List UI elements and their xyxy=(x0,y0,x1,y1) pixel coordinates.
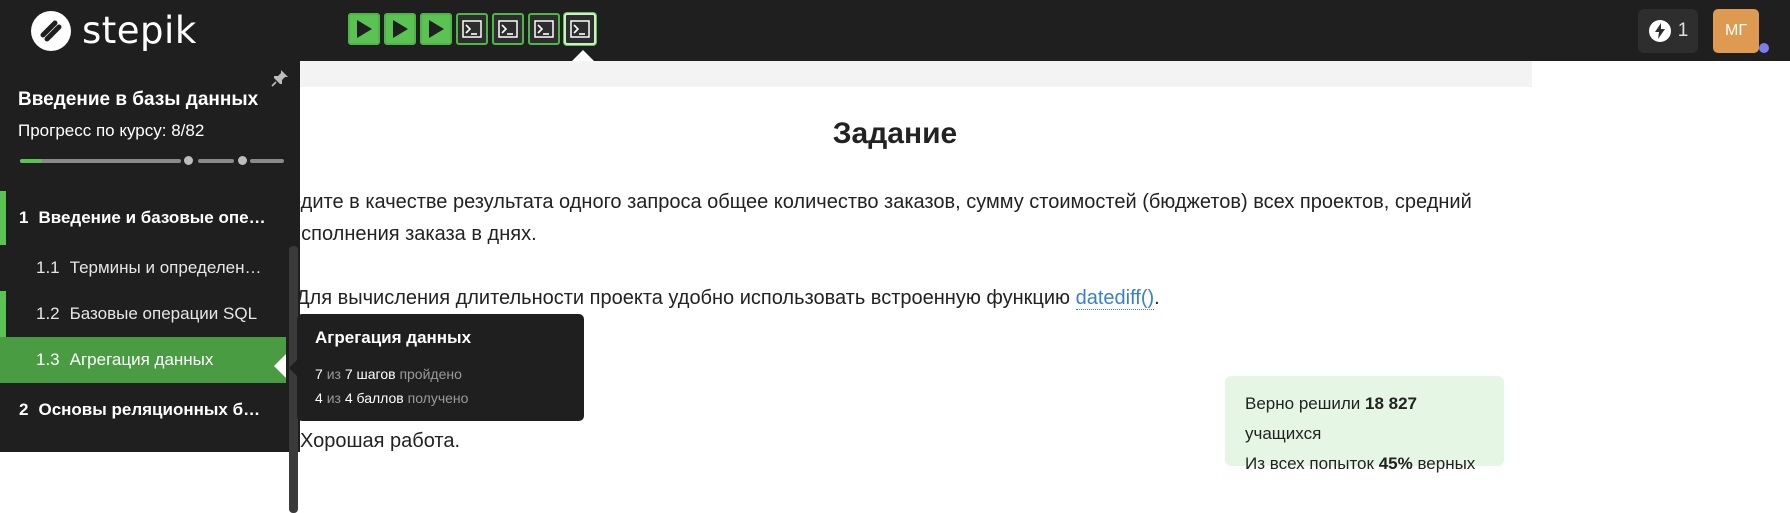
tooltip-arrow xyxy=(289,360,297,376)
energy-counter[interactable]: 1 xyxy=(1638,9,1698,53)
lesson-tooltip: Агрегация данных 7 из 7 шагов пройдено 4… xyxy=(297,314,584,421)
progress-label: Прогресс по курсу: xyxy=(18,121,167,140)
logo-text: stepik xyxy=(82,9,197,52)
pin-icon[interactable] xyxy=(271,69,289,87)
progress-marker-1 xyxy=(184,156,193,165)
solved-count: 18 827 xyxy=(1365,394,1418,413)
step-3[interactable] xyxy=(420,13,452,45)
task-text-line-2: исполнения заказа в днях. xyxy=(290,223,537,245)
progress-value: 8/82 xyxy=(171,121,205,140)
points-total: 4 баллов xyxy=(344,390,404,406)
step-1[interactable] xyxy=(348,13,380,45)
task-text-line-1: едите в качестве результата одного запро… xyxy=(290,191,1472,213)
lesson-number: 1.3 xyxy=(36,350,60,369)
user-avatar[interactable]: МГ xyxy=(1713,9,1759,53)
terminal-icon xyxy=(570,20,590,38)
sidebar-lesson-1-3[interactable]: 1.3 Агрегация данных xyxy=(0,337,286,383)
play-icon xyxy=(429,20,444,38)
stepik-logo-icon xyxy=(31,11,71,51)
progress-bar xyxy=(20,156,284,166)
lesson-progress-accent xyxy=(0,291,6,337)
progress-segment-3 xyxy=(250,159,284,163)
points-status: получено xyxy=(407,390,469,406)
task-hint-end: . xyxy=(1154,287,1160,309)
attempts-percent: 45% xyxy=(1378,454,1413,473)
points-done: 4 xyxy=(315,390,323,406)
content-top-strip xyxy=(300,61,1532,87)
step-6[interactable] xyxy=(528,13,560,45)
steps-status: пройдено xyxy=(399,366,462,382)
module-label: Основы реляционных б… xyxy=(38,400,261,419)
solution-stats: Верно решили 18 827 учащихся Из всех поп… xyxy=(1225,376,1504,473)
course-title[interactable]: Введение в базы данных xyxy=(18,89,258,111)
progress-fill xyxy=(20,159,42,163)
progress-segment-2 xyxy=(198,159,234,163)
terminal-icon xyxy=(534,20,554,38)
play-icon xyxy=(357,20,372,38)
lesson-label: Агрегация данных xyxy=(69,350,214,369)
energy-count: 1 xyxy=(1677,20,1689,41)
task-hint: Для вычисления длительности проекта удоб… xyxy=(296,282,1160,314)
sidebar-module-1[interactable]: 1 Введение и базовые опе… xyxy=(0,191,286,245)
play-icon xyxy=(393,20,408,38)
module-number: 2 xyxy=(19,400,29,419)
tooltip-points: 4 из 4 баллов получено xyxy=(315,386,566,410)
attempts-prefix: Из всех попыток xyxy=(1245,454,1374,473)
top-bar: stepik 1 МГ xyxy=(0,0,1790,62)
stepik-logo[interactable]: stepik xyxy=(30,9,197,53)
module-label: Введение и базовые опе… xyxy=(38,208,266,227)
attempts-suffix: верных xyxy=(1417,454,1476,473)
attempts-stat: Из всех попыток 45% верных xyxy=(1245,449,1484,479)
course-nav: 1 Введение и базовые опе… 1.1 Термины и … xyxy=(0,191,286,437)
course-progress: Прогресс по курсу: 8/82 xyxy=(18,121,204,141)
datediff-link[interactable]: datediff() xyxy=(1075,287,1155,310)
lesson-label: Термины и определен… xyxy=(69,258,262,277)
module-number: 1 xyxy=(19,208,29,227)
step-5[interactable] xyxy=(492,13,524,45)
lesson-number: 1.1 xyxy=(36,258,60,277)
step-7-current[interactable] xyxy=(564,13,596,45)
tooltip-title: Агрегация данных xyxy=(315,328,472,347)
step-2[interactable] xyxy=(384,13,416,45)
progress-marker-2 xyxy=(238,156,247,165)
steps-of: из xyxy=(326,366,341,382)
steps-done: 7 xyxy=(315,366,323,382)
tooltip-steps: 7 из 7 шагов пройдено xyxy=(315,362,566,386)
points-of: из xyxy=(326,390,341,406)
feedback-message: Хорошая работа. xyxy=(300,430,461,452)
terminal-icon xyxy=(462,20,482,38)
lightning-icon xyxy=(1648,20,1671,42)
course-sidebar: Введение в базы данных Прогресс по курсу… xyxy=(0,61,300,513)
terminal-icon xyxy=(498,20,518,38)
lesson-label: Базовые операции SQL xyxy=(69,304,258,323)
step-navigation xyxy=(348,13,596,45)
module-progress-accent xyxy=(0,191,6,245)
sidebar-lesson-1-2[interactable]: 1.2 Базовые операции SQL xyxy=(0,291,286,337)
sidebar-lesson-1-1[interactable]: 1.1 Термины и определен… xyxy=(0,245,286,291)
solved-suffix: учащихся xyxy=(1245,424,1322,443)
steps-total: 7 шагов xyxy=(344,366,396,382)
task-hint-text: Для вычисления длительности проекта удоб… xyxy=(296,287,1076,309)
progress-segment-1 xyxy=(20,159,181,163)
sidebar-module-2[interactable]: 2 Основы реляционных б… xyxy=(0,383,286,437)
solved-prefix: Верно решили xyxy=(1245,394,1361,413)
step-4[interactable] xyxy=(456,13,488,45)
solved-stat: Верно решили 18 827 учащихся xyxy=(1245,389,1484,449)
notification-dot xyxy=(1759,43,1769,53)
lesson-number: 1.2 xyxy=(36,304,60,323)
active-lesson-pointer xyxy=(274,354,286,378)
